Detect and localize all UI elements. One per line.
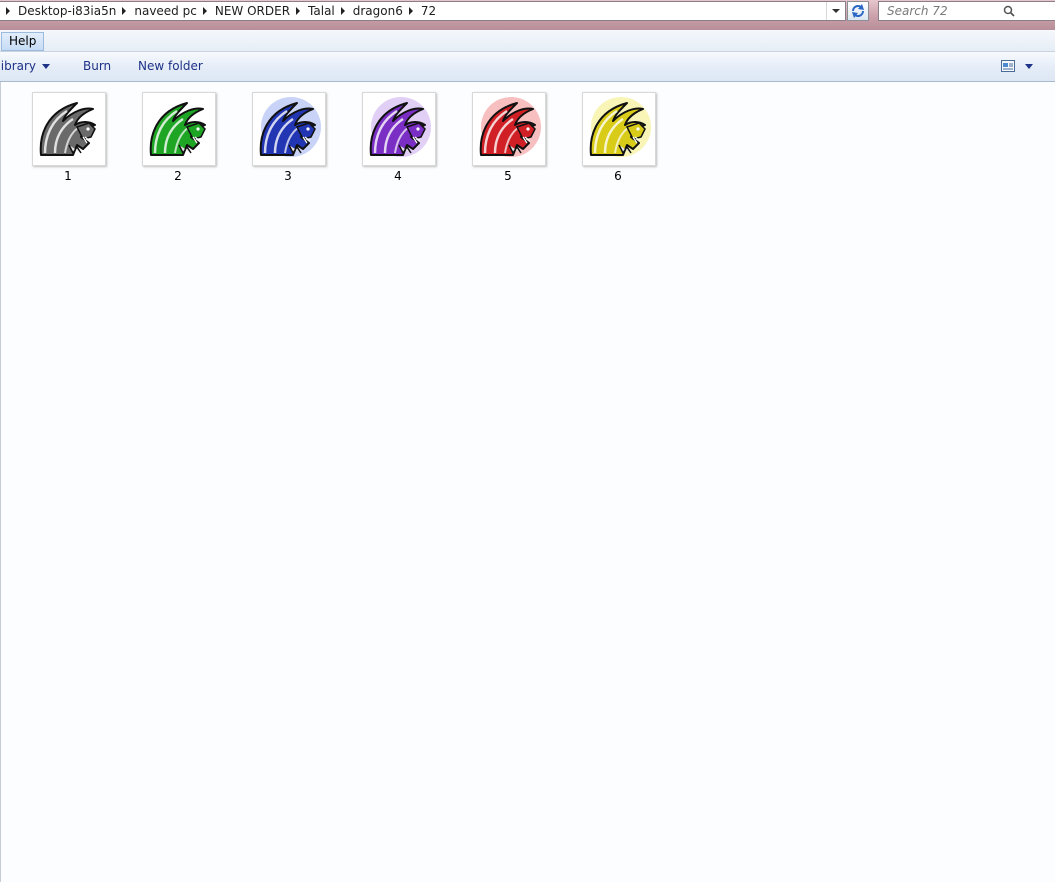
breadcrumb-arrow-icon[interactable] — [296, 7, 301, 15]
breadcrumb-72[interactable]: 72 — [421, 4, 436, 18]
dragon-thumbnail-icon — [362, 92, 436, 166]
file-name: 4 — [394, 169, 402, 183]
breadcrumb-arrow-icon[interactable] — [340, 7, 345, 15]
breadcrumb: Desktop-i83ia5n naveed pc NEW ORDER Tala… — [0, 2, 436, 20]
dragon-thumbnail-icon — [252, 92, 326, 166]
command-toolbar: n library Burn New folder — [0, 52, 1055, 82]
search-icon[interactable] — [1003, 5, 1015, 17]
file-list-pane: 1 2 3 4 5 6 — [0, 82, 1055, 882]
breadcrumb-arrow-icon[interactable] — [122, 7, 127, 15]
burn-button[interactable]: Burn — [83, 52, 111, 81]
file-item[interactable]: 6 — [568, 91, 658, 183]
file-item[interactable]: 3 — [238, 91, 328, 183]
file-name: 6 — [614, 169, 622, 183]
chevron-down-icon — [42, 64, 51, 69]
explorer-window: Desktop-i83ia5n naveed pc NEW ORDER Tala… — [0, 0, 1055, 882]
file-name: 3 — [284, 169, 292, 183]
file-item[interactable]: 2 — [128, 91, 218, 183]
more-options-dropdown-icon[interactable] — [1025, 64, 1033, 69]
new-folder-button[interactable]: New folder — [138, 52, 203, 81]
breadcrumb-arrow-icon[interactable] — [202, 7, 207, 15]
address-strip: Desktop-i83ia5n naveed pc NEW ORDER Tala… — [0, 0, 1055, 30]
include-in-library-button[interactable]: n library — [0, 52, 51, 81]
address-history-dropdown-icon[interactable] — [826, 2, 845, 20]
dragon-thumbnail-icon — [582, 92, 656, 166]
menu-bar: Help — [0, 30, 1055, 52]
file-name: 1 — [64, 169, 72, 183]
refresh-icon — [852, 4, 864, 18]
file-item[interactable]: 4 — [348, 91, 438, 183]
file-item[interactable]: 1 — [18, 91, 108, 183]
breadcrumb-arrow-icon[interactable] — [6, 7, 10, 15]
breadcrumb-new-order[interactable]: NEW ORDER — [215, 4, 290, 18]
file-name: 5 — [504, 169, 512, 183]
include-in-library-label: n library — [0, 59, 37, 73]
dragon-thumbnail-icon — [142, 92, 216, 166]
breadcrumb-dragon6[interactable]: dragon6 — [353, 4, 403, 18]
breadcrumb-desktop[interactable]: Desktop-i83ia5n — [18, 4, 116, 18]
dragon-thumbnail-icon — [472, 92, 546, 166]
dragon-thumbnail-icon — [32, 92, 106, 166]
breadcrumb-talal[interactable]: Talal — [308, 4, 335, 18]
address-bar[interactable]: Desktop-i83ia5n naveed pc NEW ORDER Tala… — [0, 1, 846, 21]
breadcrumb-arrow-icon[interactable] — [408, 7, 413, 15]
menu-help[interactable]: Help — [1, 32, 45, 51]
search-box[interactable] — [878, 1, 1055, 21]
refresh-button[interactable] — [847, 1, 869, 21]
file-item[interactable]: 5 — [458, 91, 548, 183]
change-view-icon[interactable] — [1001, 60, 1015, 72]
breadcrumb-naveed-pc[interactable]: naveed pc — [134, 4, 196, 18]
file-name: 2 — [174, 169, 182, 183]
